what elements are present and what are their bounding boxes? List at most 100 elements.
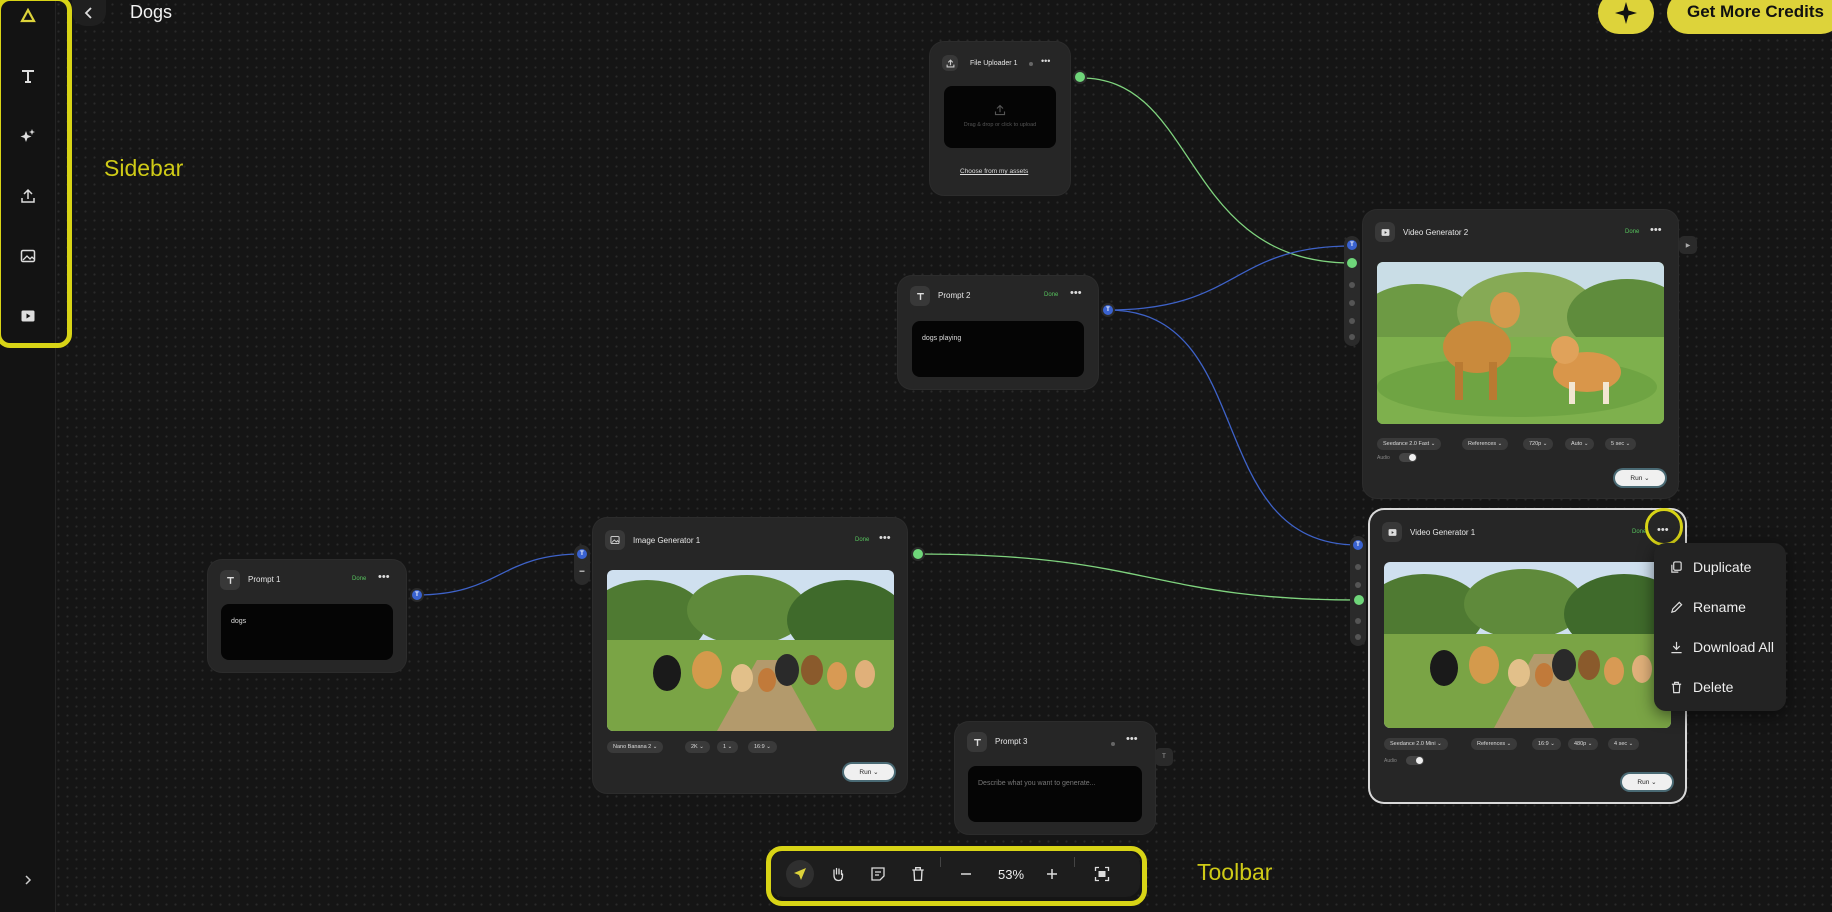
quality-select[interactable]: 720p ⌄ xyxy=(1523,438,1554,450)
port-slot xyxy=(1355,618,1361,624)
run-button[interactable]: Run ⌄ xyxy=(1615,470,1665,486)
run-button[interactable]: Run ⌄ xyxy=(844,764,894,780)
prompt-textarea[interactable]: dogs xyxy=(221,604,393,660)
port-slot xyxy=(1349,282,1355,288)
more-options-button[interactable]: ••• xyxy=(378,571,390,583)
more-options-button[interactable]: ••• xyxy=(1070,287,1082,299)
chevron-right-icon[interactable] xyxy=(12,864,44,896)
toolbar-divider xyxy=(940,857,941,867)
prompt-3-node[interactable]: Prompt 3 ••• Describe what you want to g… xyxy=(955,722,1155,834)
image-input-slot[interactable]: ▬ xyxy=(576,565,588,577)
prompt-2-node[interactable]: Prompt 2 Done ••• dogs playing xyxy=(898,276,1098,389)
status-done: Done xyxy=(1632,529,1647,535)
fit-view-icon[interactable] xyxy=(1088,860,1116,888)
edge-prompt1-to-image1 xyxy=(416,553,583,596)
audio-toggle[interactable] xyxy=(1406,756,1424,765)
menu-item-duplicate[interactable]: Duplicate xyxy=(1654,551,1786,583)
output-port-file[interactable] xyxy=(1073,70,1087,84)
ratio-select[interactable]: 16:9 ⌄ xyxy=(748,741,777,753)
menu-item-delete[interactable]: Delete xyxy=(1654,671,1786,703)
hand-tool-icon[interactable] xyxy=(824,860,852,888)
video-generator-2-node[interactable]: Video Generator 2 Done ••• Seedance 2.0 … xyxy=(1363,210,1678,498)
prompt-textarea[interactable]: Describe what you want to generate... xyxy=(968,766,1142,822)
input-port-image[interactable] xyxy=(1352,593,1366,607)
node-title: Prompt 1 xyxy=(248,575,281,584)
image-icon[interactable] xyxy=(12,240,44,272)
quality-select[interactable]: 480p ⌄ xyxy=(1568,738,1599,750)
model-select[interactable]: Nano Banana 2 ⌄ xyxy=(607,741,664,753)
status-done: Done xyxy=(1625,229,1640,235)
zoom-in-icon[interactable] xyxy=(1038,860,1066,888)
edge-prompt2-to-video1 xyxy=(1107,309,1359,546)
video-generator-1-node[interactable]: Video Generator 1 Done ••• Seedance 2.0 … xyxy=(1370,510,1685,802)
video-icon[interactable] xyxy=(12,300,44,332)
input-port-image[interactable] xyxy=(1345,256,1359,270)
input-port-text[interactable]: T xyxy=(575,547,589,561)
zoom-level: 53% xyxy=(998,867,1025,882)
output-port-text[interactable]: T xyxy=(410,588,424,602)
duration-select[interactable]: 4 sec ⌄ xyxy=(1608,738,1640,750)
file-uploader-node[interactable]: File Uploader 1 ••• Drag & drop or click… xyxy=(930,42,1070,195)
duration-select[interactable]: 5 sec ⌄ xyxy=(1605,438,1637,450)
input-port-text[interactable]: T xyxy=(1345,238,1359,252)
audio-label: Audio xyxy=(1377,455,1390,461)
menu-item-download-all[interactable]: Download All xyxy=(1654,631,1786,663)
generated-video-preview[interactable] xyxy=(1384,562,1671,728)
ratio-select[interactable]: 16:9 ⌄ xyxy=(1532,738,1561,750)
edge-uploader-to-video2 xyxy=(1080,77,1353,264)
more-options-button[interactable]: ••• xyxy=(1657,524,1669,536)
port-slot xyxy=(1355,634,1361,640)
text-icon[interactable] xyxy=(12,60,44,92)
port-slot xyxy=(1349,318,1355,324)
count-select[interactable]: 1 ⌄ xyxy=(717,741,739,753)
back-button[interactable] xyxy=(72,0,106,26)
text-icon xyxy=(910,286,930,306)
prompt-textarea[interactable]: dogs playing xyxy=(912,321,1084,377)
model-select[interactable]: Seedance 2.0 Fast ⌄ xyxy=(1377,438,1442,450)
ratio-select[interactable]: Auto ⌄ xyxy=(1565,438,1595,450)
output-port-image[interactable] xyxy=(911,547,925,561)
trash-icon xyxy=(1671,681,1682,693)
video-icon xyxy=(1382,522,1402,542)
prompt-1-node[interactable]: Prompt 1 Done ••• dogs xyxy=(208,560,406,672)
choose-assets-link[interactable]: Choose from my assets xyxy=(960,168,1028,175)
run-button[interactable]: Run ⌄ xyxy=(1622,774,1672,790)
zoom-out-icon[interactable] xyxy=(952,860,980,888)
generated-video-preview[interactable] xyxy=(1377,262,1664,424)
sticky-note-icon[interactable] xyxy=(864,860,892,888)
sparkle-button[interactable] xyxy=(1598,0,1654,34)
sparkles-icon[interactable] xyxy=(12,120,44,152)
node-title: Prompt 3 xyxy=(995,737,1028,746)
node-title: File Uploader 1 xyxy=(970,60,1018,67)
dropzone-text: Drag & drop or click to upload xyxy=(963,122,1037,128)
output-port-video[interactable]: ▶ xyxy=(1679,236,1697,254)
output-port-text[interactable]: T xyxy=(1101,303,1115,317)
more-options-button[interactable]: ••• xyxy=(1041,56,1050,66)
upload-icon[interactable] xyxy=(12,180,44,212)
mode-select[interactable]: References ⌄ xyxy=(1462,438,1509,450)
resolution-select[interactable]: 2K ⌄ xyxy=(685,741,710,753)
status-done: Done xyxy=(352,576,367,582)
input-port-strip xyxy=(1350,536,1366,646)
status-dot xyxy=(1111,742,1115,746)
upload-dropzone[interactable]: Drag & drop or click to upload xyxy=(944,86,1056,148)
brand-logo-icon[interactable] xyxy=(12,0,44,32)
input-port-text[interactable]: T xyxy=(1351,538,1365,552)
status-dot xyxy=(1029,62,1033,66)
sidebar-annotation: Sidebar xyxy=(104,155,184,181)
more-options-button[interactable]: ••• xyxy=(1126,733,1138,745)
image-generator-1-node[interactable]: Image Generator 1 Done ••• Nano Banana 2… xyxy=(593,518,907,793)
menu-item-rename[interactable]: Rename xyxy=(1654,591,1786,623)
mode-select[interactable]: References ⌄ xyxy=(1471,738,1518,750)
trash-icon[interactable] xyxy=(904,860,932,888)
model-select[interactable]: Seedance 2.0 Mini ⌄ xyxy=(1384,738,1448,750)
more-options-button[interactable]: ••• xyxy=(879,532,891,544)
sparkle-icon xyxy=(1615,2,1637,24)
select-tool-icon[interactable] xyxy=(786,860,814,888)
more-options-button[interactable]: ••• xyxy=(1650,224,1662,236)
get-more-credits-button[interactable]: Get More Credits xyxy=(1667,0,1832,34)
audio-toggle[interactable] xyxy=(1399,453,1417,462)
video-icon xyxy=(1375,222,1395,242)
generated-image-preview[interactable] xyxy=(607,570,894,731)
output-port-text[interactable]: T xyxy=(1155,748,1173,766)
